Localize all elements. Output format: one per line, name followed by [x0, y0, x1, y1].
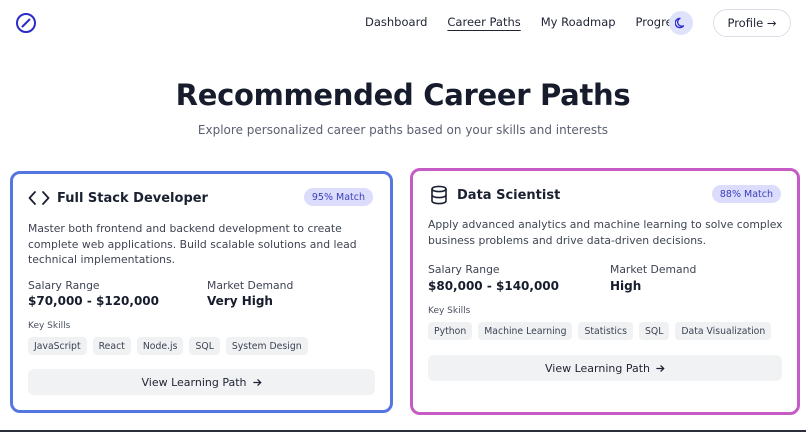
- skill-chips: Python Machine Learning Statistics SQL D…: [428, 322, 777, 340]
- career-card-full-stack: Full Stack Developer 95% Match Master bo…: [10, 171, 393, 413]
- nav-link-career-paths[interactable]: Career Paths: [447, 15, 520, 29]
- page-title: Recommended Career Paths: [175, 78, 631, 112]
- match-badge: 88% Match: [711, 185, 781, 203]
- demand-label: Market Demand: [610, 263, 697, 276]
- skill-chips: JavaScript React Node.js SQL System Desi…: [28, 337, 314, 355]
- card-title: Full Stack Developer: [57, 190, 208, 206]
- compass-icon[interactable]: [15, 12, 37, 34]
- view-learning-path-button[interactable]: View Learning Path: [428, 355, 782, 381]
- card-description: Apply advanced analytics and machine lea…: [428, 218, 783, 247]
- cta-label: View Learning Path: [544, 361, 650, 375]
- arrow-right-icon: [252, 378, 262, 387]
- cta-label: View Learning Path: [141, 375, 247, 389]
- nav-links: Dashboard Career Paths My Roadmap Progre…: [365, 15, 705, 29]
- arrow-right-icon: [656, 364, 665, 373]
- theme-toggle-button[interactable]: [669, 11, 693, 35]
- skill-chip: System Design: [225, 337, 308, 355]
- skill-chip: SQL: [189, 337, 220, 355]
- code-brackets-icon: [28, 188, 50, 208]
- salary-label: Salary Range: [428, 263, 500, 276]
- database-icon: [428, 185, 450, 205]
- salary-value: $80,000 - $140,000: [428, 279, 559, 293]
- nav-link-dashboard[interactable]: Dashboard: [365, 15, 427, 29]
- skill-chip: Node.js: [136, 337, 184, 355]
- top-nav: Dashboard Career Paths My Roadmap Progre…: [0, 0, 806, 46]
- salary-value: $70,000 - $120,000: [28, 294, 159, 308]
- salary-label: Salary Range: [28, 279, 100, 292]
- skills-label: Key Skills: [428, 306, 471, 316]
- skill-chip: Machine Learning: [478, 322, 573, 340]
- skill-chip: Data Visualization: [675, 322, 772, 340]
- nav-link-my-roadmap[interactable]: My Roadmap: [541, 15, 616, 29]
- skill-chip: React: [92, 337, 131, 355]
- match-badge: 95% Match: [303, 188, 373, 206]
- page-subtitle: Explore personalized career paths based …: [197, 123, 609, 137]
- demand-label: Market Demand: [207, 279, 294, 292]
- card-header: Data Scientist: [428, 185, 560, 205]
- career-card-data-scientist: Data Scientist 88% Match Apply advanced …: [410, 168, 800, 415]
- skill-chip: SQL: [638, 322, 670, 340]
- moon-icon: [674, 14, 687, 33]
- skill-chip: JavaScript: [28, 337, 87, 355]
- demand-value: High: [610, 279, 642, 293]
- view-learning-path-button[interactable]: View Learning Path: [28, 369, 375, 395]
- demand-value: Very High: [207, 294, 273, 308]
- card-description: Master both frontend and backend develop…: [28, 222, 357, 266]
- skills-label: Key Skills: [28, 321, 71, 331]
- card-header: Full Stack Developer: [28, 188, 208, 208]
- card-title: Data Scientist: [457, 187, 561, 203]
- skill-chip: Python: [428, 322, 473, 340]
- profile-button[interactable]: Profile →: [713, 9, 791, 37]
- skill-chip: Statistics: [578, 322, 633, 340]
